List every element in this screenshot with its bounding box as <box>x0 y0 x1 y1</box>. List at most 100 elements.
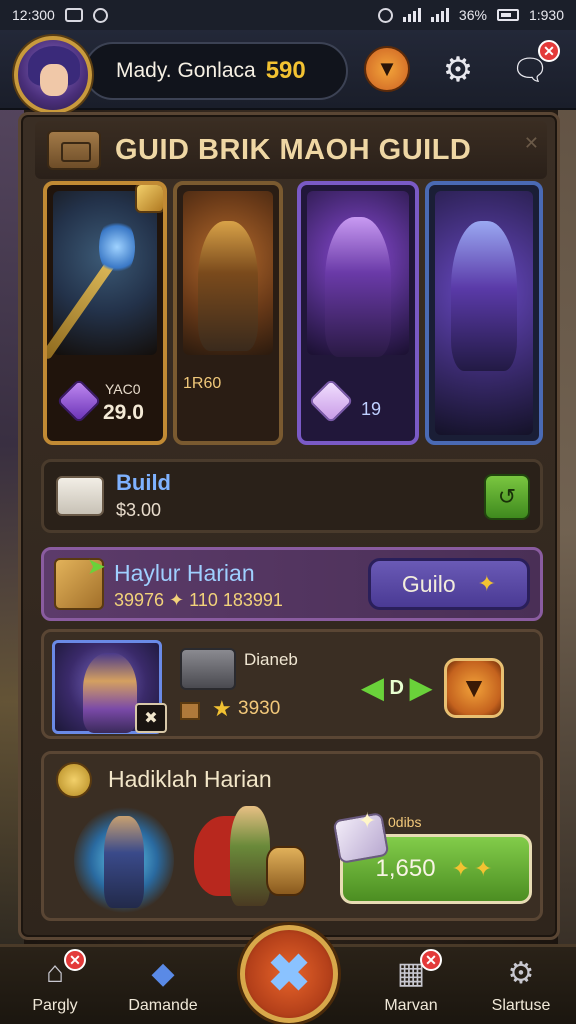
blade-glow <box>99 217 135 277</box>
notification-icon <box>64 8 83 22</box>
upgrade-badge-button[interactable]: ▼ <box>444 658 504 718</box>
warrior-figure <box>230 806 270 906</box>
swords-icon[interactable]: ✖ <box>135 703 167 733</box>
reward-value: 1,650 <box>375 855 436 882</box>
nav-home[interactable]: ⌂ Pargly ✕ <box>10 949 100 1024</box>
nav-map[interactable]: ▦ Marvan ✕ <box>366 949 456 1024</box>
player-gold: 590 <box>265 57 306 84</box>
folder-icon <box>56 476 104 516</box>
nav-label: Damande <box>128 997 198 1014</box>
nav-settings[interactable]: ⚙ Slartuse <box>476 953 566 1024</box>
hero-card-1[interactable]: YAC0 29.0 <box>43 181 167 445</box>
hero-gold: 3930 <box>238 698 281 719</box>
chevron-down-icon: ▼ <box>460 672 488 703</box>
player-name: Mady. Gonlaca <box>116 59 256 82</box>
reward-hero-warrior <box>194 806 306 918</box>
card-art <box>183 191 273 355</box>
status-clock: 1:930 <box>528 7 564 23</box>
avatar-face <box>40 64 68 96</box>
box-icon <box>180 702 200 720</box>
build-label: Build <box>116 470 171 495</box>
star-icon: ✦✦ <box>451 856 497 881</box>
mage-figure <box>104 816 144 908</box>
daily-stats: 39976 ✦ 110 183991 <box>114 590 283 610</box>
battle-icon: ✖ <box>267 945 311 1003</box>
card-art <box>307 191 409 357</box>
hero-portrait[interactable]: ✖ <box>52 640 167 734</box>
battery-icon <box>496 9 519 21</box>
home-alert-badge: ✕ <box>64 949 86 971</box>
build-price: $3.00 <box>116 500 162 520</box>
card-label: YAC0 <box>105 381 141 397</box>
chat-alert-badge: ✕ <box>538 40 560 62</box>
coin-icon <box>56 762 92 798</box>
status-left: 12:300 <box>12 7 108 23</box>
nav-label: Pargly <box>32 997 78 1014</box>
reward-row[interactable]: Hadiklah Harian 0dibs 1,650 ✦✦ ✦ <box>41 751 543 921</box>
card-value: 1R60 <box>183 375 222 392</box>
hero-card-3[interactable]: 19 <box>297 181 419 445</box>
reward-hero-mage <box>74 806 174 914</box>
status-time: 12:300 <box>12 7 55 23</box>
signal-icon <box>430 8 449 22</box>
top-header: Mady. Gonlaca 590 ▼ ⚙ 🗨 ✕ <box>0 30 576 114</box>
wifi-icon <box>402 8 421 22</box>
card-value: 19 <box>361 399 382 419</box>
guild-panel: GUID BRIK MAOH GUILD ✕ YAC0 29.0 1R60 19… <box>18 112 560 940</box>
battery-percent: 36% <box>458 7 487 23</box>
build-link-button[interactable]: ↺ <box>484 474 530 520</box>
card-art <box>435 191 533 435</box>
settings-button[interactable]: ⚙ <box>436 48 480 92</box>
chat-button[interactable]: 🗨 ✕ <box>508 40 560 92</box>
barrel-icon <box>266 846 306 896</box>
hero-figure <box>83 653 137 733</box>
player-info-pill[interactable]: Mady. Gonlaca 590 <box>84 42 348 100</box>
status-bar: 12:300 36% 1:930 <box>0 0 576 30</box>
hero-row[interactable]: ✖ Dianeb ★ 3930 ◀ D ▶ ▼ <box>41 629 543 739</box>
mage-figure <box>325 217 391 357</box>
hero-card-4[interactable] <box>425 181 543 445</box>
bottom-navigation: ⌂ Pargly ✕ ◆ Damande ✖ ▦ Marvan ✕ ⚙ Slar… <box>0 925 576 1024</box>
status-right: 36% 1:930 <box>377 7 564 23</box>
build-row[interactable]: Build $3.00 ↺ <box>41 459 543 533</box>
gem-icon <box>135 185 163 213</box>
hero-name: Dianeb <box>244 650 298 669</box>
close-icon[interactable]: ✕ <box>524 133 539 154</box>
purple-gem-icon <box>56 378 102 424</box>
link-icon: ↺ <box>497 484 517 509</box>
star-icon: ★ <box>212 696 232 721</box>
hero-avatar-icon[interactable] <box>14 36 92 114</box>
arrow-icon: ➤ <box>88 556 105 578</box>
daily-row[interactable]: ➤ Haylur Harian 39976 ✦ 110 183991 Guilo… <box>41 547 543 621</box>
panel-title-bar: GUID BRIK MAOH GUILD ✕ <box>35 121 547 179</box>
guild-button[interactable]: Guilo ✦ <box>368 558 530 610</box>
sync-icon <box>92 7 108 23</box>
nav-label: Marvan <box>384 997 438 1014</box>
sparkle-icon: ✦ <box>358 808 377 833</box>
nav-label: Slartuse <box>491 997 551 1014</box>
nav-diamond[interactable]: ◆ Damande <box>118 953 208 1024</box>
reward-sub: 0dibs <box>388 814 422 830</box>
warrior-figure <box>198 221 258 351</box>
guild-button-label: Guilo <box>401 570 456 597</box>
battle-button[interactable]: ✖ <box>240 925 338 1023</box>
daily-label: Haylur Harian <box>114 560 255 586</box>
map-alert-badge: ✕ <box>420 949 442 971</box>
armor-icon <box>180 648 236 690</box>
reward-label: Hadiklah Harian <box>108 766 272 792</box>
panel-title: GUID BRIK MAOH GUILD <box>115 133 472 166</box>
hero-cards: YAC0 29.0 1R60 19 <box>43 181 543 445</box>
hero-card-2[interactable]: 1R60 <box>173 181 283 445</box>
diamond-icon: ◆ <box>151 956 175 990</box>
background-scenery-right <box>558 100 576 960</box>
shield-button[interactable]: ▼ <box>364 46 410 92</box>
knight-figure <box>451 221 517 371</box>
arrow-right-icon: ▶ <box>410 672 432 703</box>
alarm-icon <box>377 7 393 23</box>
shield-icon: ▼ <box>376 56 398 81</box>
star-icon: ✦ <box>477 571 497 596</box>
gear-icon: ⚙ <box>442 51 474 89</box>
card-value: 29.0 <box>103 401 144 424</box>
arrow-left-icon: ◀ <box>362 672 384 703</box>
upgrade-value: D <box>389 676 404 699</box>
